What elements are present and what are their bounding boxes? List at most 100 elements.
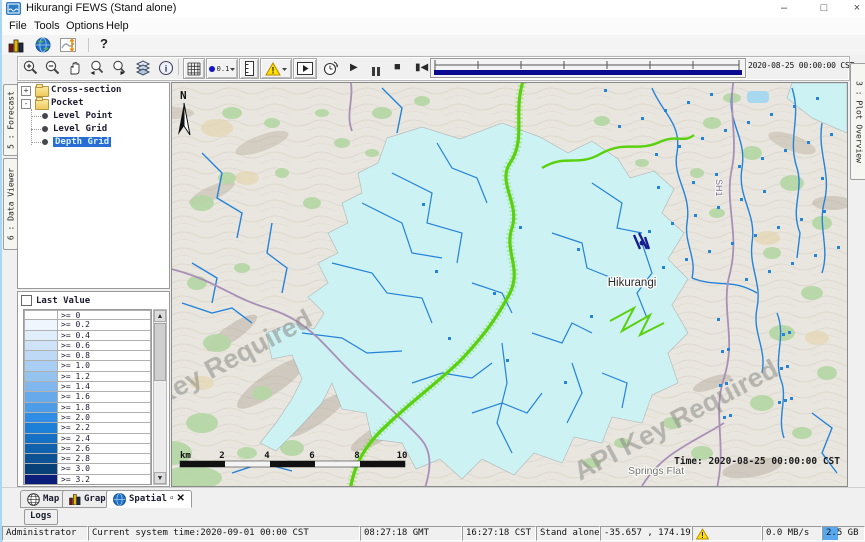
legend-row[interactable]: >= 0.6 bbox=[24, 341, 151, 351]
tab-data-viewer[interactable]: 6 : Data Viewer bbox=[3, 158, 18, 250]
legend-row[interactable]: >= 1.8 bbox=[24, 403, 151, 413]
legend-swatch bbox=[24, 382, 58, 392]
close-button[interactable]: × bbox=[842, 0, 865, 17]
timeline-range-bar[interactable] bbox=[434, 70, 742, 75]
wire-globe-icon bbox=[27, 493, 40, 506]
window-title: Hikurangi FEWS (Stand alone) bbox=[26, 2, 176, 14]
legend-row[interactable]: >= 2.2 bbox=[24, 423, 151, 433]
legend-row[interactable]: >= 2.0 bbox=[24, 413, 151, 423]
ruler-icon bbox=[243, 61, 255, 76]
last-value-checkbox[interactable] bbox=[21, 295, 32, 306]
animation-button[interactable] bbox=[293, 58, 317, 79]
zoom-in-icon[interactable] bbox=[22, 59, 40, 77]
status-alerts[interactable]: ! bbox=[692, 526, 762, 541]
legend-row[interactable]: >= 1.4 bbox=[24, 382, 151, 392]
globe-icon bbox=[113, 493, 126, 506]
legend-row[interactable]: >= 1.6 bbox=[24, 392, 151, 402]
menu-tools[interactable]: Tools bbox=[30, 19, 64, 34]
movie-play-icon bbox=[297, 62, 313, 75]
legend-swatch bbox=[24, 444, 58, 454]
skip-to-start-button[interactable]: ▮◀ bbox=[415, 62, 428, 73]
stop-button[interactable]: ■ bbox=[394, 62, 401, 73]
warning-triangle-icon: ! bbox=[265, 62, 281, 76]
maximize-button[interactable]: □ bbox=[809, 0, 839, 17]
legend-label: >= 0.8 bbox=[58, 351, 151, 361]
tree-item-pocket[interactable]: - Pocket bbox=[18, 97, 169, 109]
pause-button[interactable] bbox=[371, 63, 381, 81]
tab-close-icon[interactable]: ✕ bbox=[176, 494, 184, 504]
legend-row[interactable]: >= 1.0 bbox=[24, 361, 151, 371]
tree-item-level-point[interactable]: Level Point bbox=[18, 110, 169, 122]
pan-hand-icon[interactable] bbox=[66, 59, 84, 77]
legend-row[interactable]: >= 3.0 bbox=[24, 464, 151, 474]
timeline-slider[interactable] bbox=[430, 58, 746, 78]
zoom-out-icon[interactable] bbox=[44, 59, 62, 77]
legend-row[interactable]: >= 0 bbox=[24, 310, 151, 320]
legend-swatch bbox=[24, 475, 58, 485]
map-view[interactable]: API Key Required API Key Required Hikura… bbox=[171, 82, 848, 487]
map-canvas: API Key Required API Key Required Hikura… bbox=[172, 83, 847, 486]
legend-label: >= 2.8 bbox=[58, 454, 151, 464]
legend-swatch bbox=[24, 351, 58, 361]
legend-scrollbar[interactable]: ▲ ▼ bbox=[153, 309, 167, 485]
legend-row[interactable]: >= 3.2 bbox=[24, 475, 151, 485]
layer-bullet-icon bbox=[42, 139, 48, 145]
legend-row[interactable]: >= 0.8 bbox=[24, 351, 151, 361]
collapse-icon[interactable]: - bbox=[21, 99, 31, 109]
ruler-button[interactable] bbox=[239, 58, 259, 79]
legend-row[interactable]: >= 0.2 bbox=[24, 320, 151, 330]
tab-spatial[interactable]: Spatial ▫ ✕ bbox=[106, 490, 192, 508]
play-button[interactable]: ▶ bbox=[350, 62, 358, 73]
zoom-previous-icon[interactable] bbox=[88, 59, 106, 77]
tab-map[interactable]: Map bbox=[20, 490, 66, 508]
legend-label: >= 2.0 bbox=[58, 413, 151, 423]
tab-maximize-icon[interactable]: ▫ bbox=[170, 494, 174, 504]
menu-file[interactable]: File bbox=[5, 19, 31, 34]
folder-icon bbox=[35, 86, 49, 97]
grid-display-button[interactable] bbox=[183, 58, 205, 79]
legend-row[interactable]: >= 2.4 bbox=[24, 434, 151, 444]
status-coordinates: -35.657 , 174.199 bbox=[600, 526, 692, 541]
legend-row[interactable]: >= 1.2 bbox=[24, 372, 151, 382]
animation-settings-icon[interactable] bbox=[322, 59, 340, 77]
dot-icon bbox=[208, 65, 216, 73]
scroll-down-icon[interactable]: ▼ bbox=[154, 472, 166, 484]
globe-icon[interactable] bbox=[35, 37, 51, 53]
legend-row[interactable]: >= 2.6 bbox=[24, 444, 151, 454]
zoom-next-icon[interactable] bbox=[111, 59, 129, 77]
point-size-dropdown[interactable]: 0.1 bbox=[206, 58, 238, 79]
timeline-datetime: 2020-08-25 00:00:00 CST bbox=[748, 61, 854, 70]
help-button[interactable]: ? bbox=[100, 36, 108, 51]
database-chart-icon[interactable] bbox=[8, 37, 25, 53]
legend-row[interactable]: >= 0.4 bbox=[24, 331, 151, 341]
tab-forecast[interactable]: 5 : Forecast bbox=[3, 84, 18, 156]
tree-item-cross-section[interactable]: + Cross-section bbox=[18, 84, 169, 96]
point-size-value: 0.1 bbox=[217, 65, 230, 73]
svg-text:km: km bbox=[180, 451, 191, 461]
status-bar: Administrator Current system time:2020-0… bbox=[2, 525, 865, 542]
profile-chart-icon[interactable] bbox=[60, 37, 80, 53]
legend-row[interactable]: >= 2.8 bbox=[24, 454, 151, 464]
scroll-up-icon[interactable]: ▲ bbox=[154, 310, 166, 322]
layers-icon[interactable] bbox=[134, 59, 152, 77]
expander-icon[interactable]: + bbox=[21, 86, 31, 96]
legend-label: >= 2.4 bbox=[58, 434, 151, 444]
scroll-thumb[interactable] bbox=[154, 323, 166, 381]
tab-plot-overview[interactable]: 3 : Plot Overview bbox=[850, 63, 865, 180]
title-bar: Hikurangi FEWS (Stand alone) – □ × bbox=[2, 0, 865, 19]
info-icon[interactable]: i bbox=[157, 59, 175, 77]
legend-label: >= 0.4 bbox=[58, 331, 151, 341]
tree-item-depth-grid[interactable]: Depth Grid bbox=[18, 136, 169, 148]
minimize-button[interactable]: – bbox=[769, 0, 799, 17]
status-memory: 2.5 GB bbox=[822, 526, 865, 541]
status-system-time: Current system time:2020-09-01 00:00 CST bbox=[88, 526, 360, 541]
legend-label: >= 0.2 bbox=[58, 320, 151, 330]
legend-label: >= 1.2 bbox=[58, 372, 151, 382]
legend-label: >= 1.4 bbox=[58, 382, 151, 392]
layer-tree-panel: + Cross-section - Pocket Level Point Lev… bbox=[17, 82, 170, 289]
tree-item-level-grid[interactable]: Level Grid bbox=[18, 123, 169, 135]
tab-logs[interactable]: Logs bbox=[24, 509, 58, 525]
menu-help[interactable]: Help bbox=[102, 19, 133, 34]
legend-label: >= 0 bbox=[58, 310, 151, 320]
thresholds-dropdown[interactable]: ! bbox=[260, 58, 292, 79]
